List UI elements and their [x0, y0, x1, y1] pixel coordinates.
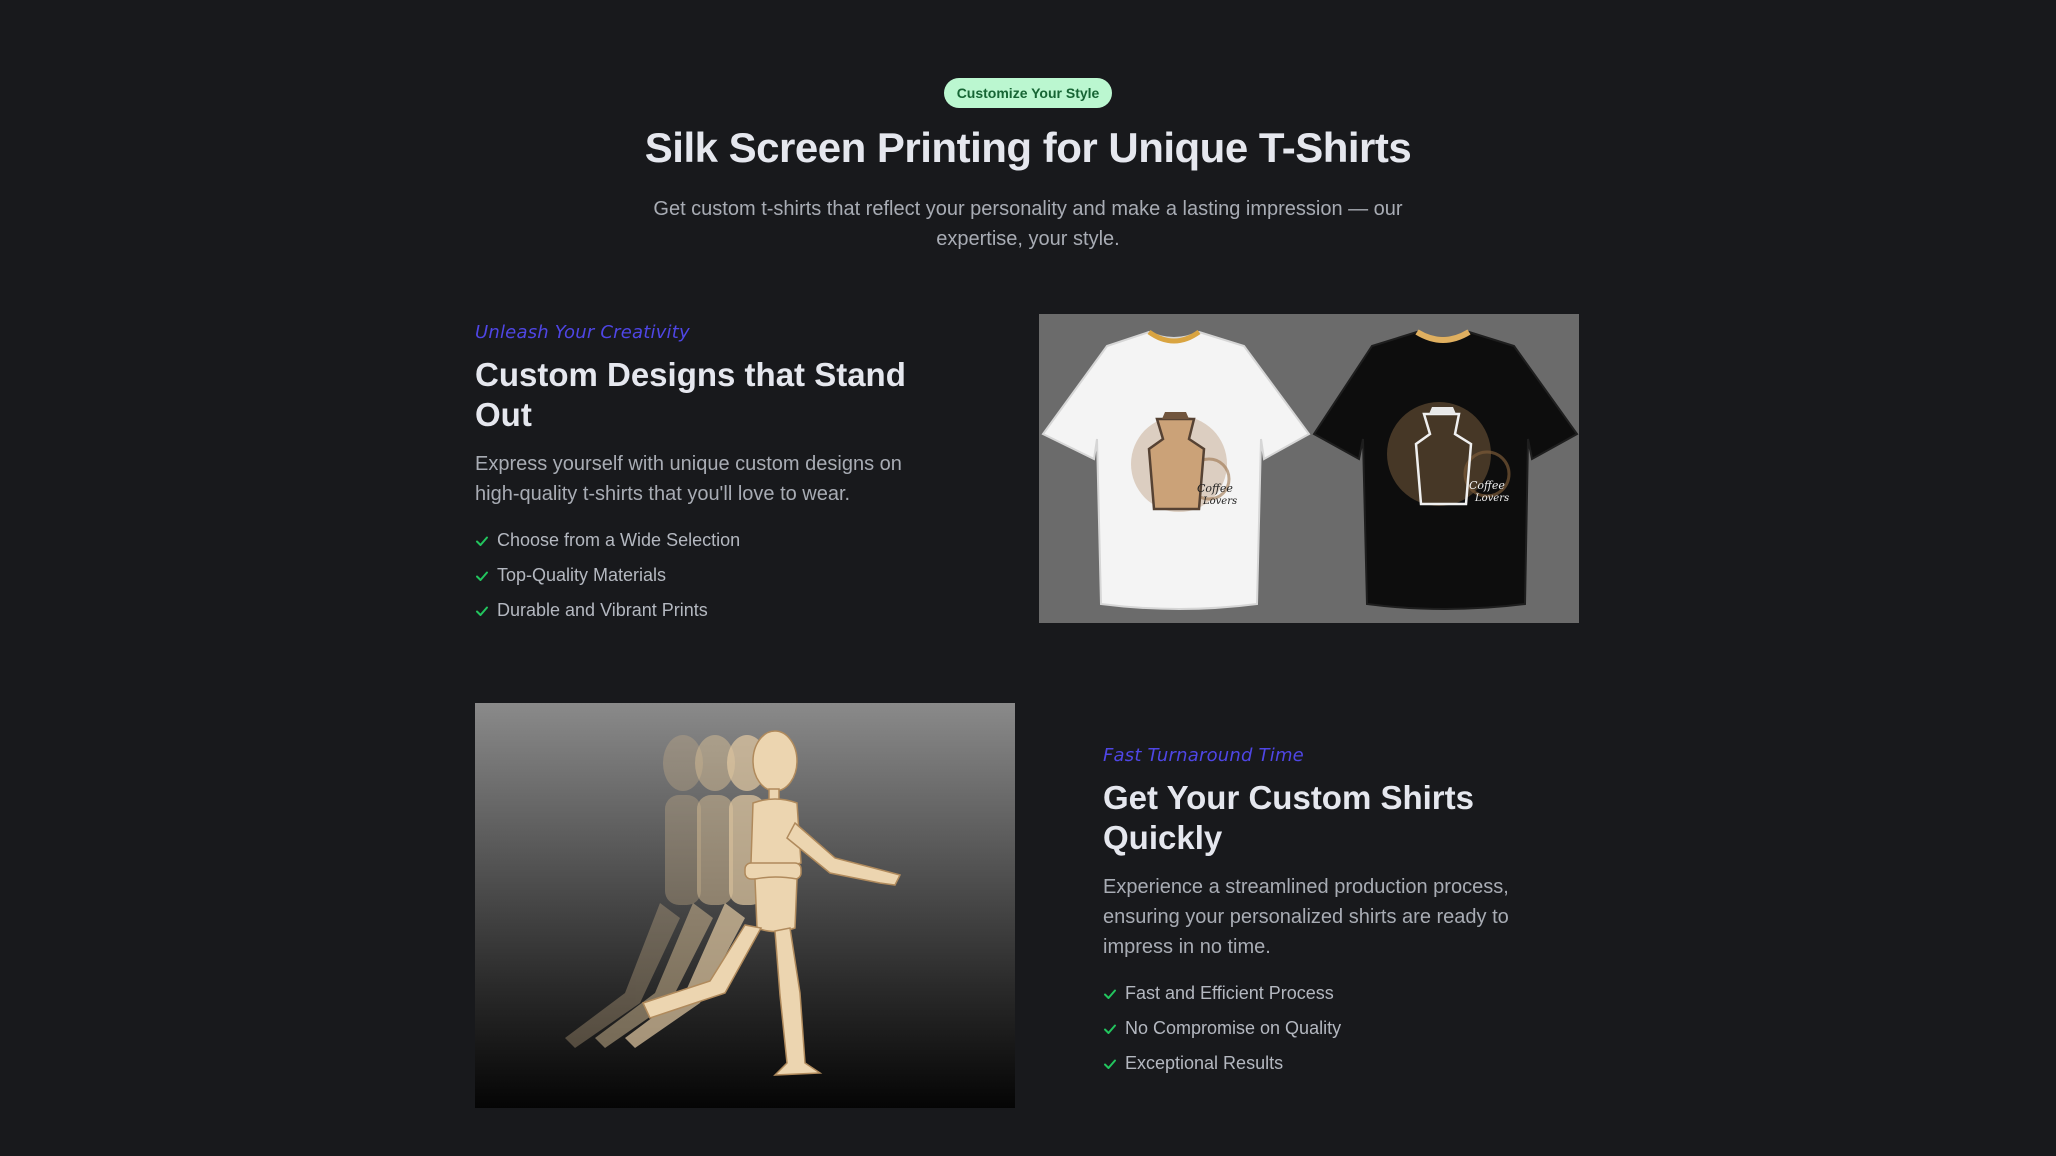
tshirts-image: Coffee Lovers Coffee Lovers: [1039, 314, 1579, 623]
check-icon: [1104, 989, 1116, 999]
feature-eyebrow: Unleash Your Creativity: [475, 322, 690, 343]
check-icon: [476, 571, 488, 581]
checklist-item: Choose from a Wide Selection: [475, 523, 945, 558]
checklist-label: Choose from a Wide Selection: [497, 530, 741, 550]
feature-creativity: Unleash Your Creativity Custom Designs t…: [475, 322, 945, 628]
hero-section: Customize Your Style Silk Screen Printin…: [0, 78, 2056, 254]
feature-turnaround: Fast Turnaround Time Get Your Custom Shi…: [1103, 745, 1573, 1081]
checklist-label: Exceptional Results: [1125, 1053, 1284, 1073]
check-icon: [476, 606, 488, 616]
page-subtitle: Get custom t-shirts that reflect your pe…: [653, 198, 1403, 250]
check-icon: [1104, 1024, 1116, 1034]
page: Customize Your Style Silk Screen Printin…: [0, 0, 2056, 1156]
shirt-print-text: Lovers: [1474, 493, 1509, 504]
checklist-item: Durable and Vibrant Prints: [475, 593, 945, 628]
feature-checklist: Choose from a Wide Selection Top-Quality…: [475, 523, 945, 628]
feature-description: Experience a streamlined production proc…: [1103, 876, 1509, 958]
style-badge: Customize Your Style: [943, 78, 1113, 108]
check-icon: [476, 536, 488, 546]
feature-eyebrow: Fast Turnaround Time: [1103, 745, 1304, 766]
shirt-print-text: Coffee: [1469, 479, 1505, 492]
check-icon: [1104, 1059, 1116, 1069]
checklist-item: No Compromise on Quality: [1103, 1011, 1573, 1046]
page-title: Silk Screen Printing for Unique T-Shirts: [644, 124, 1412, 171]
checklist-item: Exceptional Results: [1103, 1046, 1573, 1081]
checklist-label: Fast and Efficient Process: [1125, 983, 1334, 1003]
shirt-print-text: Lovers: [1202, 496, 1237, 507]
checklist-item: Top-Quality Materials: [475, 558, 945, 593]
feature-title: Custom Designs that Stand Out: [475, 356, 906, 433]
mannequin-illustration: [565, 730, 902, 1076]
mannequin-image: [475, 703, 1015, 1108]
checklist-label: Top-Quality Materials: [497, 565, 667, 585]
checklist-item: Fast and Efficient Process: [1103, 976, 1573, 1011]
feature-description: Express yourself with unique custom desi…: [475, 453, 902, 505]
checklist-label: No Compromise on Quality: [1125, 1018, 1342, 1038]
tshirts-illustration: Coffee Lovers Coffee Lovers: [1041, 329, 1579, 610]
feature-checklist: Fast and Efficient Process No Compromise…: [1103, 976, 1573, 1081]
checklist-label: Durable and Vibrant Prints: [497, 600, 708, 620]
shirt-print-text: Coffee: [1197, 482, 1233, 495]
feature-title: Get Your Custom Shirts Quickly: [1103, 779, 1474, 856]
